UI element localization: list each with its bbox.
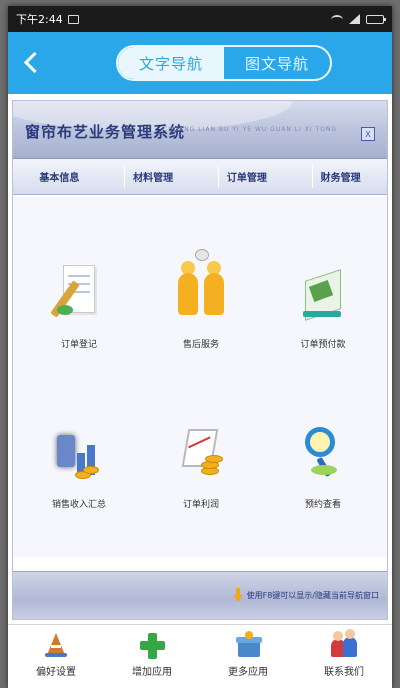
nav-segmented-control: 文字导航 图文导航	[116, 45, 332, 81]
preferences-icon	[41, 631, 71, 659]
tab-text-nav[interactable]: 文字导航	[118, 47, 224, 79]
tab-add-app[interactable]: 增加应用	[107, 631, 197, 678]
tab-label: 联系我们	[324, 667, 364, 678]
footer-hint: 使用F8键可以显示/隐藏当前导航窗口	[232, 588, 379, 602]
app-footer: 使用F8键可以显示/隐藏当前导航窗口	[13, 571, 387, 619]
tab-label: 更多应用	[228, 667, 268, 678]
nav-bar: 文字导航 图文导航	[8, 32, 392, 94]
tile-label: 订单利润	[182, 500, 219, 510]
tile-after-sales[interactable]: 售后服务	[151, 249, 251, 359]
magnifier-globe-icon	[297, 421, 349, 491]
tile-label: 预约查看	[304, 500, 341, 510]
tile-label: 订单预付款	[300, 340, 346, 350]
tab-label: 增加应用	[132, 667, 172, 678]
app-title: 窗帘布艺业务管理系统	[25, 123, 186, 141]
wifi-icon	[331, 14, 343, 24]
tile-label: 售后服务	[182, 340, 219, 350]
function-grid: 订单登记 售后服务 订单预付款 销售收入汇总 订单利润 预约查看	[13, 197, 387, 557]
people-service-icon	[175, 249, 227, 331]
close-button[interactable]: X	[361, 127, 375, 141]
app-webview: 窗帘布艺业务管理系统 CHUANG LIAN BU YI YE WU GUAN …	[12, 100, 388, 620]
add-app-icon	[137, 631, 167, 659]
contact-us-icon	[329, 629, 359, 659]
tab-preferences[interactable]: 偏好设置	[11, 631, 101, 678]
app-subtitle: CHUANG LIAN BU YI YE WU GUAN LI XI TONG	[163, 126, 338, 133]
tile-appointment-view[interactable]: 预约查看	[273, 409, 373, 519]
sales-chart-icon	[53, 421, 105, 491]
tab-contact-us[interactable]: 联系我们	[299, 629, 389, 678]
payment-book-icon	[297, 261, 349, 331]
phone-screen: 下午2:44 文字导航 图文导航 窗帘布艺业务管理系统 CHUANG LIAN …	[8, 6, 392, 688]
app-header: 窗帘布艺业务管理系统 CHUANG LIAN BU YI YE WU GUAN …	[13, 101, 387, 159]
profit-chart-icon	[175, 421, 227, 491]
tile-label: 销售收入汇总	[51, 500, 106, 510]
app-menu-bar: 基本信息 材料管理 订单管理 财务管理	[13, 159, 387, 195]
status-time: 下午2:44	[16, 13, 63, 26]
menu-order-management[interactable]: 订单管理	[217, 165, 275, 188]
signal-icon	[349, 14, 360, 24]
tile-sales-summary[interactable]: 销售收入汇总	[29, 409, 129, 519]
arrow-down-icon	[232, 588, 243, 602]
menu-finance-management[interactable]: 财务管理	[311, 165, 369, 188]
tab-image-nav[interactable]: 图文导航	[224, 47, 330, 79]
document-pen-icon	[50, 261, 105, 331]
tab-label: 偏好设置	[36, 667, 76, 678]
menu-material-management[interactable]: 材料管理	[124, 165, 181, 188]
tile-order-register[interactable]: 订单登记	[29, 249, 129, 359]
menu-basic-info[interactable]: 基本信息	[31, 165, 87, 188]
back-button[interactable]	[18, 48, 48, 78]
tab-more-apps[interactable]: 更多应用	[203, 631, 293, 678]
more-apps-icon	[233, 631, 263, 659]
battery-icon	[366, 14, 386, 24]
close-icon: X	[365, 129, 371, 139]
image-notification-icon	[67, 14, 79, 24]
tile-label: 订单登记	[60, 340, 97, 350]
status-right	[331, 14, 386, 24]
footer-hint-text: 使用F8键可以显示/隐藏当前导航窗口	[246, 590, 379, 600]
status-bar: 下午2:44	[8, 6, 392, 32]
bottom-tab-bar: 偏好设置 增加应用 更多应用 联系我们	[8, 624, 392, 688]
tile-order-prepayment[interactable]: 订单预付款	[273, 249, 373, 359]
tile-order-profit[interactable]: 订单利润	[151, 409, 251, 519]
status-left: 下午2:44	[16, 11, 79, 27]
